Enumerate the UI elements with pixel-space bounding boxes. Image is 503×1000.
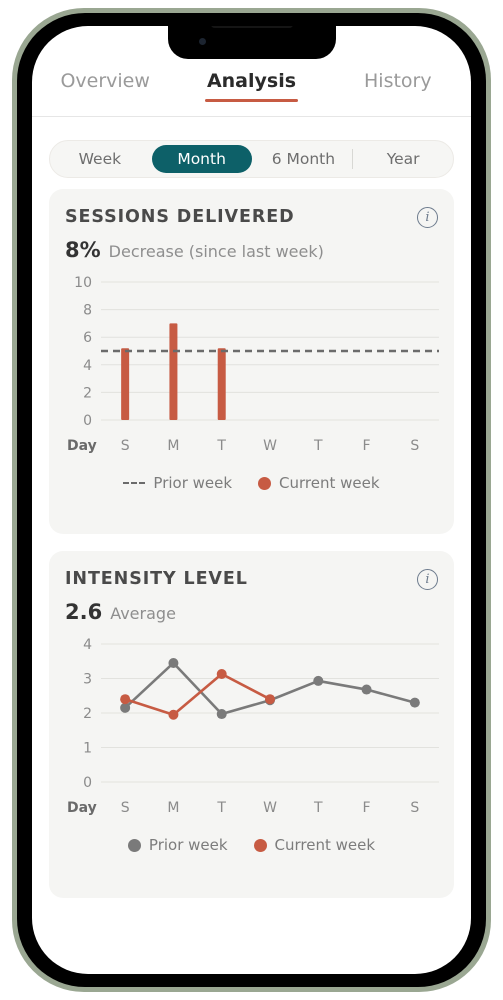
svg-text:S: S — [121, 800, 130, 816]
legend-item-current-week: Current week — [253, 836, 376, 854]
phone-notch — [167, 26, 336, 59]
line-chart-legend: Prior week Current week — [65, 836, 438, 854]
svg-text:8: 8 — [83, 303, 92, 319]
svg-text:0: 0 — [83, 775, 92, 791]
dot-icon — [253, 838, 267, 852]
dot-icon — [258, 476, 272, 490]
bar-chart-legend: Prior week Current week — [65, 474, 438, 492]
svg-text:F: F — [363, 800, 371, 816]
card-summary: 2.6 Average — [65, 600, 438, 624]
svg-text:F: F — [363, 438, 371, 454]
tab-history-label: History — [364, 70, 432, 92]
svg-text:10: 10 — [74, 275, 92, 291]
svg-text:Day: Day — [67, 438, 97, 454]
phone-frame: Overview Analysis History Week Month 6 M… — [12, 8, 491, 992]
dot-icon — [127, 838, 141, 852]
legend-label: Current week — [274, 836, 376, 854]
svg-text:Day: Day — [67, 800, 97, 816]
card-header: SESSIONS DELIVERED i — [65, 207, 438, 228]
legend-label: Prior week — [148, 836, 228, 854]
card-summary: 8% Decrease (since last week) — [65, 238, 438, 262]
svg-text:1: 1 — [83, 741, 92, 757]
svg-text:6: 6 — [83, 330, 92, 346]
summary-label: Decrease (since last week) — [108, 242, 324, 261]
svg-text:0: 0 — [83, 413, 92, 429]
legend-item-prior-week: Prior week — [127, 836, 228, 854]
card-title: INTENSITY LEVEL — [65, 569, 248, 589]
svg-text:2: 2 — [83, 706, 92, 722]
svg-text:T: T — [313, 438, 323, 454]
svg-text:3: 3 — [83, 672, 92, 688]
tab-analysis[interactable]: Analysis — [178, 70, 324, 102]
tab-overview[interactable]: Overview — [32, 70, 178, 102]
timerange-segmented-control[interactable]: Week Month 6 Month Year — [49, 140, 454, 178]
line-chart-svg: 0 1 2 3 4 Day S M T W T F S — [67, 637, 439, 816]
phone-screen: Overview Analysis History Week Month 6 M… — [32, 26, 471, 974]
legend-label: Prior week — [153, 474, 233, 492]
legend-label: Current week — [279, 474, 380, 492]
segment-week[interactable]: Week — [50, 145, 150, 173]
summary-label: Average — [110, 604, 176, 623]
legend-item-current-week: Current week — [258, 474, 380, 492]
segment-6month[interactable]: 6 Month — [254, 145, 354, 173]
svg-text:T: T — [216, 800, 226, 816]
svg-text:T: T — [216, 438, 226, 454]
earpiece-speaker-icon — [210, 26, 293, 28]
dashed-line-icon — [123, 482, 146, 484]
bar-chart-plot: 0 2 4 6 8 10 Day S M T W T F S — [65, 274, 439, 464]
summary-value: 2.6 — [65, 600, 103, 624]
card-intensity-level: INTENSITY LEVEL i 2.6 Average 0 1 2 3 4 Day S M… — [49, 551, 454, 898]
front-camera-icon — [198, 38, 206, 45]
svg-text:W: W — [263, 438, 277, 454]
tab-history[interactable]: History — [325, 70, 471, 102]
line-chart-plot: 0 1 2 3 4 Day S M T W T F S — [65, 636, 439, 826]
svg-text:4: 4 — [83, 637, 92, 653]
card-title: SESSIONS DELIVERED — [65, 207, 295, 227]
card-sessions-delivered: SESSIONS DELIVERED i 8% Decrease (since … — [49, 189, 454, 534]
svg-text:M: M — [167, 800, 179, 816]
bar-chart-svg: 0 2 4 6 8 10 Day S M T W T F S — [67, 275, 439, 454]
tab-overview-label: Overview — [60, 70, 150, 92]
info-circle-icon[interactable]: i — [417, 207, 438, 228]
svg-text:S: S — [121, 438, 130, 454]
info-circle-icon[interactable]: i — [417, 569, 438, 590]
svg-text:S: S — [410, 438, 419, 454]
tabbar: Overview Analysis History — [32, 70, 471, 117]
svg-text:W: W — [263, 800, 277, 816]
svg-text:4: 4 — [83, 358, 92, 374]
svg-text:2: 2 — [83, 385, 92, 401]
svg-text:S: S — [410, 800, 419, 816]
legend-item-prior-week: Prior week — [123, 474, 232, 492]
segment-month[interactable]: Month — [151, 145, 252, 173]
segment-year[interactable]: Year — [352, 145, 453, 173]
summary-value: 8% — [65, 238, 101, 262]
svg-text:T: T — [313, 800, 323, 816]
phone-bezel: Overview Analysis History Week Month 6 M… — [17, 13, 486, 987]
card-header: INTENSITY LEVEL i — [65, 569, 438, 590]
tab-analysis-label: Analysis — [206, 70, 297, 92]
svg-text:M: M — [167, 438, 179, 454]
